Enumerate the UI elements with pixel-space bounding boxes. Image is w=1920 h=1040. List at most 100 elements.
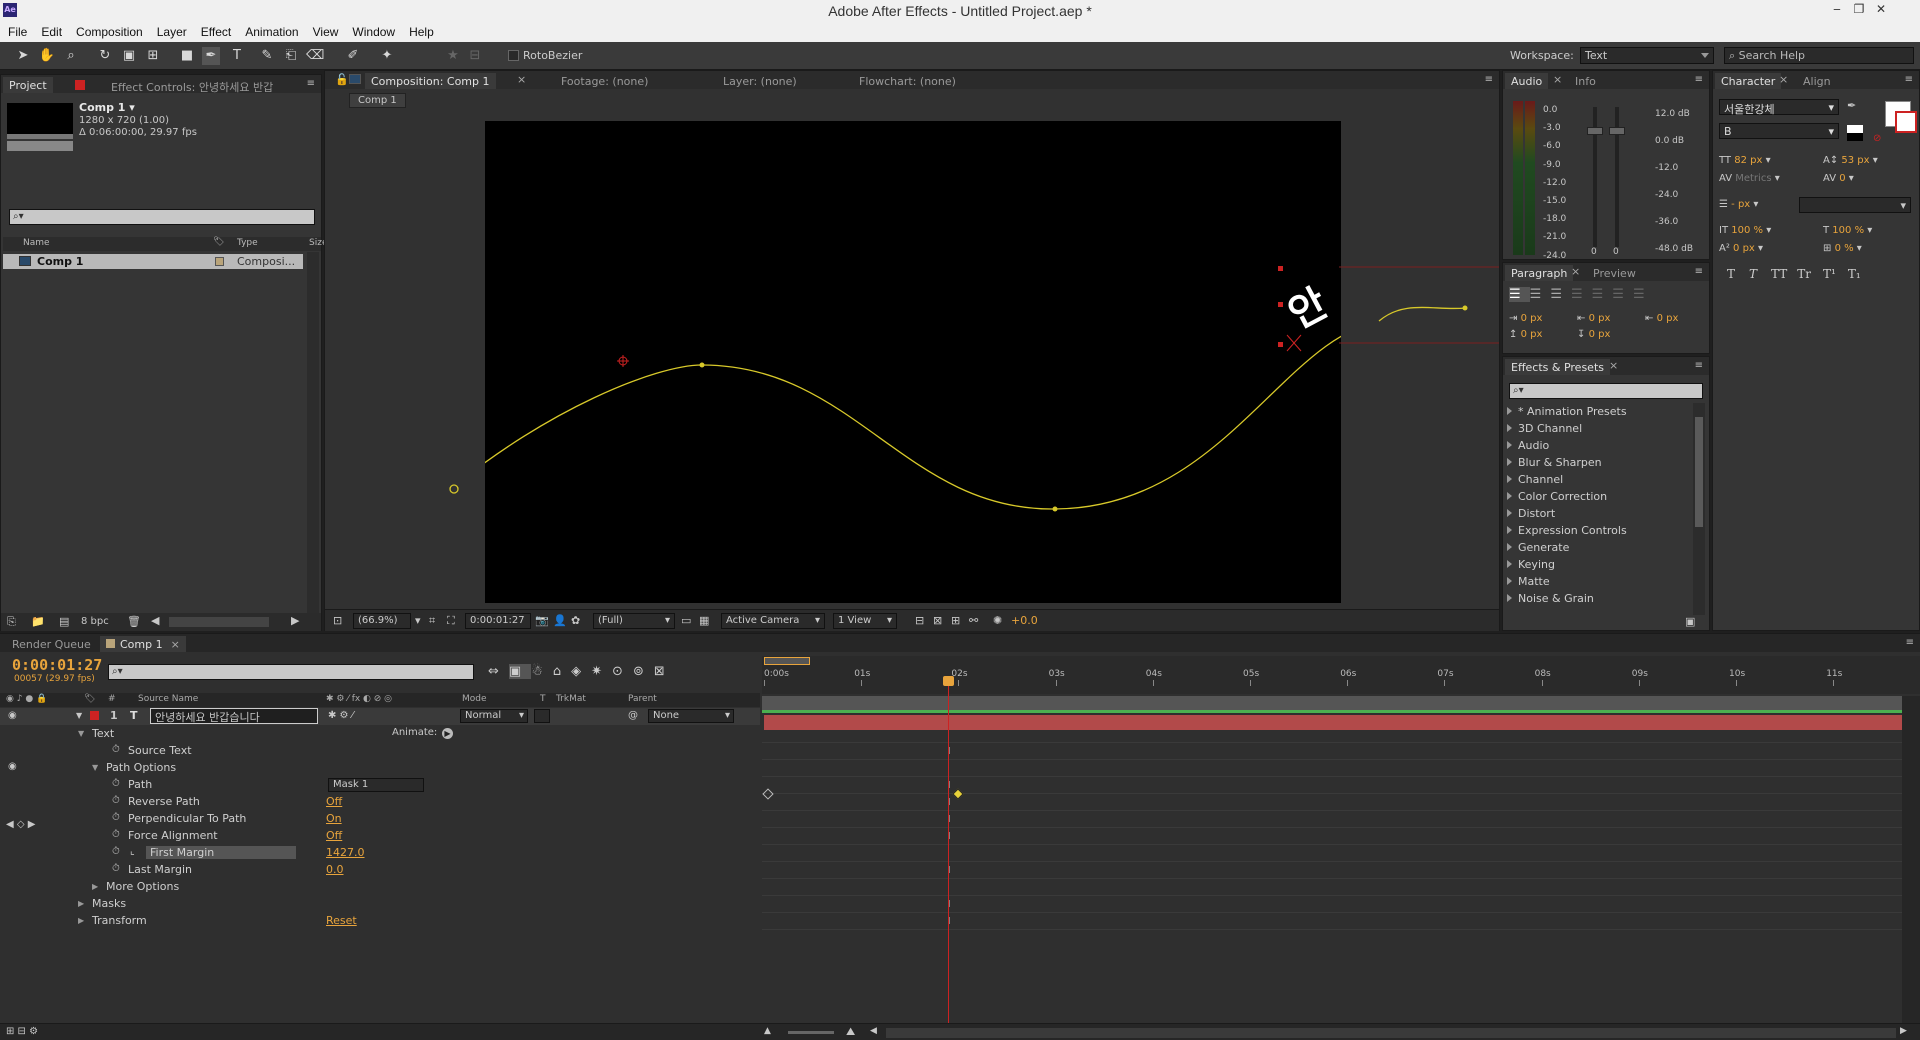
bounding-handle[interactable] bbox=[1278, 342, 1283, 347]
white-swatch[interactable] bbox=[1847, 125, 1863, 133]
resolution-select[interactable]: (Full) ▾ bbox=[593, 613, 675, 629]
kerning-row[interactable]: AV Metrics ▾ bbox=[1719, 173, 1780, 184]
faux-bold-button[interactable]: T bbox=[1727, 267, 1735, 281]
effects-item[interactable]: Expression Controls bbox=[1507, 524, 1685, 541]
timeline-icon[interactable]: ⊞ bbox=[951, 614, 960, 627]
stopwatch-icon[interactable]: ⏱ bbox=[112, 863, 120, 874]
col-source-name[interactable]: Source Name bbox=[138, 694, 198, 704]
region-of-interest-icon[interactable]: ▭ bbox=[681, 614, 691, 627]
stroke-width-row[interactable]: ☰ - px ▾ bbox=[1719, 199, 1758, 210]
property-value[interactable]: 1427.0 bbox=[326, 846, 365, 859]
panel-menu-icon[interactable]: ≡ bbox=[1695, 74, 1703, 85]
snapshot-icon[interactable]: 📷 bbox=[535, 614, 549, 627]
new-composition-icon[interactable]: ▤ bbox=[59, 615, 69, 628]
rotate-tool-icon[interactable]: ↻ bbox=[96, 47, 114, 65]
type-tool-icon[interactable]: T bbox=[228, 47, 246, 65]
panel-menu-icon[interactable]: ≡ bbox=[1695, 266, 1703, 277]
work-area-bar[interactable] bbox=[762, 696, 1902, 710]
zoom-out-icon[interactable]: ▲ bbox=[764, 1026, 771, 1036]
tab-audio[interactable]: Audio bbox=[1505, 73, 1549, 89]
menu-edit[interactable]: Edit bbox=[33, 22, 68, 39]
align-right-icon[interactable]: ☰ bbox=[1550, 287, 1571, 302]
effects-scrollbar-thumb[interactable] bbox=[1695, 417, 1703, 527]
menu-file[interactable]: File bbox=[0, 22, 33, 39]
col-name[interactable]: Name bbox=[23, 238, 50, 248]
property-row-last-margin[interactable]: ⏱ Last Margin 0.0 bbox=[0, 862, 760, 879]
align-center-icon[interactable]: ☰ bbox=[1530, 287, 1551, 302]
panel-menu-icon[interactable]: ≡ bbox=[1906, 637, 1914, 648]
timeline-current-time[interactable]: 0:00:01:27 bbox=[12, 656, 102, 674]
effects-item[interactable]: 3D Channel bbox=[1507, 422, 1685, 439]
faux-italic-button[interactable]: T bbox=[1749, 267, 1757, 281]
toggle-switches-icon[interactable]: ⊞ ⊟ ⚙ bbox=[6, 1026, 38, 1037]
twirl-down-icon[interactable]: ▼ bbox=[92, 763, 98, 772]
stroke-width-value[interactable]: - px bbox=[1731, 199, 1750, 210]
camera-select[interactable]: Active Camera ▾ bbox=[721, 613, 825, 629]
audio-slider-thumb[interactable] bbox=[1587, 127, 1603, 135]
panel-menu-icon[interactable]: ≡ bbox=[1905, 74, 1913, 85]
visibility-eye-icon[interactable]: ◉ bbox=[8, 761, 17, 772]
path-select[interactable]: Mask 1 bbox=[328, 778, 424, 792]
effects-item[interactable]: Generate bbox=[1507, 541, 1685, 558]
preserve-transparency-checkbox[interactable] bbox=[534, 709, 550, 723]
tab-paragraph[interactable]: Paragraph bbox=[1505, 265, 1574, 281]
twirl-down-icon[interactable]: ▼ bbox=[78, 729, 84, 738]
space-before[interactable]: ↥ 0 px bbox=[1509, 329, 1542, 340]
close-tab-icon[interactable]: × bbox=[1779, 73, 1788, 86]
minimize-icon[interactable]: ‒ bbox=[1826, 2, 1848, 18]
exposure-value[interactable]: +0.0 bbox=[1011, 614, 1038, 627]
auto-keyframe-icon[interactable]: ⊙ bbox=[612, 664, 633, 679]
small-caps-button[interactable]: Tr bbox=[1797, 267, 1811, 281]
comp-subtab[interactable]: Comp 1 bbox=[349, 93, 406, 108]
close-tab-icon[interactable]: × bbox=[1553, 73, 1562, 86]
tsume-value[interactable]: 0 % bbox=[1835, 243, 1854, 254]
eraser-tool-icon[interactable]: ⌫ bbox=[306, 47, 324, 65]
rectangle-tool-icon[interactable]: ■ bbox=[178, 47, 196, 65]
camera-tool-icon[interactable]: ▣ bbox=[120, 47, 138, 65]
project-hscrollbar[interactable] bbox=[169, 617, 269, 627]
twirl-right-icon[interactable]: ▶ bbox=[78, 916, 84, 925]
indent-right-value[interactable]: 0 px bbox=[1657, 313, 1679, 324]
timeline-hscrollbar[interactable] bbox=[886, 1028, 1896, 1038]
scroll-right-icon[interactable]: ▶ bbox=[291, 614, 299, 627]
tab-preview[interactable]: Preview bbox=[1587, 265, 1642, 281]
baseline-shift-row[interactable]: A² 0 px ▾ bbox=[1719, 243, 1763, 254]
col-type[interactable]: Type bbox=[237, 238, 258, 248]
stopwatch-icon[interactable]: ⏱ bbox=[112, 795, 120, 806]
bpc-label[interactable]: 8 bpc bbox=[81, 616, 109, 627]
effects-item[interactable]: Channel bbox=[1507, 473, 1685, 490]
indent-left[interactable]: ⇥ 0 px bbox=[1509, 313, 1542, 324]
col-parent[interactable]: Parent bbox=[628, 694, 657, 704]
new-preset-icon[interactable]: ▣ bbox=[1685, 615, 1695, 628]
property-row-perpendicular-to-path[interactable]: ⏱ Perpendicular To Path On bbox=[0, 811, 760, 828]
hand-tool-icon[interactable]: ✋ bbox=[38, 47, 56, 65]
zoom-tool-icon[interactable]: ⌕ bbox=[62, 47, 80, 65]
close-tab-icon[interactable]: × bbox=[1609, 359, 1618, 372]
property-row-path-options[interactable]: ▼ Path Options bbox=[0, 760, 760, 777]
layer-label-swatch[interactable] bbox=[90, 711, 99, 720]
grid-icon[interactable]: ⌗ bbox=[429, 614, 435, 628]
all-caps-button[interactable]: TT bbox=[1771, 267, 1787, 281]
property-value[interactable]: Off bbox=[326, 829, 342, 842]
toggle-pixel-aspect-icon[interactable]: ⊟ bbox=[915, 614, 924, 627]
tab-align[interactable]: Align bbox=[1797, 73, 1837, 89]
pan-behind-tool-icon[interactable]: ⊞ bbox=[144, 47, 162, 65]
justify-all-icon[interactable]: ☰ bbox=[1633, 287, 1654, 302]
justify-left-icon[interactable]: ☰ bbox=[1571, 287, 1592, 302]
mask-vertex[interactable] bbox=[1462, 305, 1468, 311]
vertical-scale-row[interactable]: IT 100 % ▾ bbox=[1719, 225, 1771, 236]
tab-character[interactable]: Character bbox=[1715, 73, 1782, 89]
property-value[interactable]: 0.0 bbox=[326, 863, 344, 876]
leading-value[interactable]: 53 px bbox=[1841, 155, 1869, 166]
tab-layer[interactable]: Layer: (none) bbox=[717, 73, 803, 89]
leading-row[interactable]: A↕ 53 px ▾ bbox=[1823, 155, 1878, 166]
col-trkmat[interactable]: TrkMat bbox=[556, 694, 586, 704]
property-row-transform[interactable]: ▶ Transform Reset bbox=[0, 913, 760, 930]
current-time-field[interactable]: 0:00:01:27 bbox=[465, 613, 531, 629]
space-after-value[interactable]: 0 px bbox=[1589, 329, 1611, 340]
col-mode[interactable]: Mode bbox=[462, 694, 487, 704]
font-style-select[interactable]: B ▾ bbox=[1719, 123, 1839, 139]
property-row-reverse-path[interactable]: ⏱ Reverse Path Off bbox=[0, 794, 760, 811]
tab-composition[interactable]: Composition: Comp 1 bbox=[365, 73, 496, 89]
property-row-force-alignment[interactable]: ⏱ Force Alignment Off bbox=[0, 828, 760, 845]
